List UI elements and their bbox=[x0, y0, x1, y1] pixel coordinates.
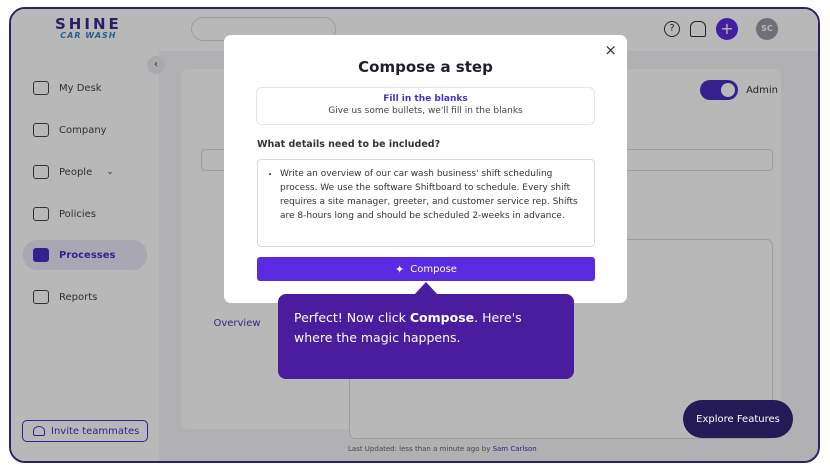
compose-label: Compose bbox=[410, 263, 457, 275]
details-bullet: Write an overview of our car wash busine… bbox=[280, 167, 584, 223]
tooltip-bold: Compose bbox=[409, 310, 475, 325]
explore-features-button[interactable]: Explore Features bbox=[683, 400, 793, 438]
modal-title: Compose a step bbox=[358, 58, 493, 76]
details-label: What details need to be included? bbox=[257, 139, 441, 150]
tooltip-prefix: Perfect! Now click bbox=[294, 310, 410, 325]
close-icon[interactable]: × bbox=[604, 43, 617, 58]
option-subtitle: Give us some bullets, we'll fill in the … bbox=[328, 106, 523, 116]
guide-tooltip: Perfect! Now click Compose. Here's where… bbox=[278, 294, 574, 379]
option-title: Fill in the blanks bbox=[383, 94, 468, 104]
compose-step-modal: × Compose a step Fill in the blanks Give… bbox=[224, 35, 627, 303]
details-textarea[interactable]: Write an overview of our car wash busine… bbox=[257, 159, 595, 247]
compose-button[interactable]: ✦ Compose bbox=[257, 257, 595, 281]
fill-in-blanks-option[interactable]: Fill in the blanks Give us some bullets,… bbox=[256, 87, 595, 125]
app-window: SHINE CAR WASH My Desk Company People ⌄ … bbox=[9, 7, 820, 463]
magic-wand-icon: ✦ bbox=[395, 262, 405, 276]
